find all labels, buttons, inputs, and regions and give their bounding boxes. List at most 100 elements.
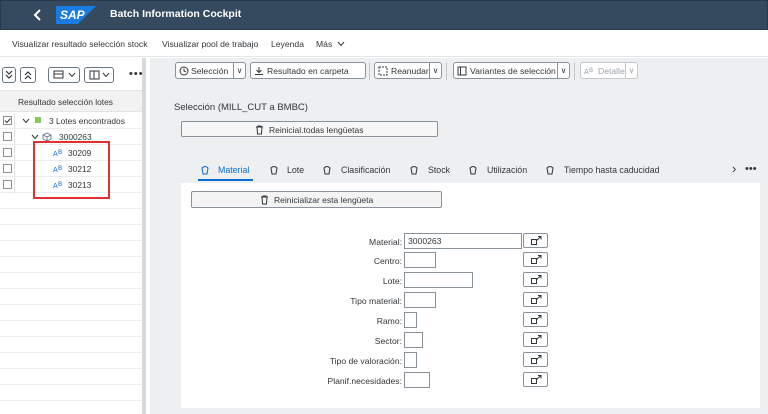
multiple-selection-button[interactable] xyxy=(523,292,548,307)
multiple-selection-button[interactable] xyxy=(523,352,548,367)
reset-this-tab-label: Reinicializar esta lengüeta xyxy=(274,195,374,205)
empty-row xyxy=(0,369,142,385)
plant-input[interactable] xyxy=(404,252,436,268)
sap-logo: SAP xyxy=(56,6,96,24)
classification-icon xyxy=(323,166,331,175)
valuation-type-input[interactable] xyxy=(404,352,417,368)
arrow-up-right-icon xyxy=(531,375,542,384)
material-type-input[interactable] xyxy=(404,292,436,308)
division-input[interactable] xyxy=(404,332,423,348)
tabs-more-button[interactable]: ••• xyxy=(745,163,757,175)
tree-row-root[interactable]: 3 Lotes encontrados xyxy=(0,113,142,129)
grid-icon xyxy=(53,70,64,79)
chevron-down-icon[interactable] xyxy=(22,117,30,125)
field-label-batch: Lote: xyxy=(382,276,402,286)
chevron-down-icon: ∨ xyxy=(233,63,245,78)
empty-row xyxy=(0,337,142,353)
empty-row xyxy=(0,385,142,401)
reset-all-tabs-label: Reinicial.todas lengüetas xyxy=(269,125,364,135)
multiple-selection-button[interactable] xyxy=(523,272,548,287)
result-in-folder-button[interactable]: Resultado en carpeta xyxy=(250,62,366,79)
layout-menu-button[interactable] xyxy=(48,67,80,83)
sap-logo-text: SAP xyxy=(60,8,85,22)
material-icon xyxy=(201,166,209,175)
tab-usage[interactable]: Utilización xyxy=(468,164,530,180)
tab-batch-label: Lote xyxy=(287,165,305,175)
legend-link[interactable]: Leyenda xyxy=(271,39,304,49)
arrow-up-right-icon xyxy=(531,295,542,304)
shelf-life-icon xyxy=(546,166,554,175)
green-status-icon xyxy=(35,117,41,123)
stock-icon xyxy=(410,166,418,175)
trash-icon xyxy=(256,125,263,135)
row-checkbox[interactable] xyxy=(3,164,12,173)
arrow-up-right-icon xyxy=(531,255,542,264)
tabs-scroll-right-icon[interactable]: › xyxy=(732,161,736,176)
arrow-up-right-icon xyxy=(531,315,542,324)
batch-icon: AB xyxy=(584,67,593,76)
show-work-pool-link[interactable]: Visualizar pool de trabajo xyxy=(162,39,258,49)
tab-shelf-life[interactable]: Tiempo hasta caducidad xyxy=(545,164,665,180)
empty-row xyxy=(0,241,142,257)
collapse-all-button[interactable] xyxy=(20,67,36,83)
tab-material[interactable]: Material xyxy=(200,164,254,180)
field-label-material-type: Tipo material: xyxy=(350,296,402,306)
chevron-down-icon xyxy=(337,41,345,47)
row-checkbox[interactable] xyxy=(3,148,12,157)
tab-material-label: Material xyxy=(218,165,250,175)
empty-row xyxy=(0,209,142,225)
tab-classification-label: Clasificación xyxy=(341,165,391,175)
chevron-down-icon xyxy=(102,72,110,78)
row-checkbox[interactable] xyxy=(3,132,12,141)
selection-variants-button[interactable]: Variantes de selección ∨ xyxy=(453,62,570,79)
back-button[interactable] xyxy=(30,6,46,24)
tab-usage-label: Utilización xyxy=(487,165,528,175)
field-label-material: Material: xyxy=(369,237,402,247)
multiple-selection-button[interactable] xyxy=(523,252,548,267)
resume-button[interactable]: Reanudar ∨ xyxy=(374,62,442,79)
mrp-controller-input[interactable] xyxy=(404,372,430,388)
tab-shelf-life-label: Tiempo hasta caducidad xyxy=(564,165,660,175)
arrow-up-right-icon xyxy=(531,275,542,284)
multiple-selection-button[interactable] xyxy=(523,312,548,327)
tab-classification[interactable]: Clasificación xyxy=(322,164,394,180)
chevron-left-icon xyxy=(33,9,41,21)
app-title: Batch Information Cockpit xyxy=(110,8,242,20)
highlight-box xyxy=(33,141,110,199)
left-pane-more-button[interactable]: ••• xyxy=(129,68,144,80)
reset-this-tab-button[interactable]: Reinicializar esta lengüeta xyxy=(191,191,442,208)
tab-stock-label: Stock xyxy=(428,165,451,175)
expand-all-icon xyxy=(5,70,13,79)
row-checkbox[interactable] xyxy=(3,116,12,125)
reset-all-tabs-button[interactable]: Reinicial.todas lengüetas xyxy=(181,121,438,137)
material-input[interactable]: 3000263 xyxy=(404,233,522,249)
empty-row xyxy=(0,321,142,337)
tab-batch[interactable]: Lote xyxy=(269,164,309,180)
chevron-down-icon[interactable] xyxy=(31,133,39,141)
multiple-selection-button[interactable] xyxy=(523,332,548,347)
tab-stock[interactable]: Stock xyxy=(409,164,453,180)
clock-icon xyxy=(179,66,189,76)
selection-title: Selección (MILL_CUT a BMBC) xyxy=(174,102,308,113)
row-checkbox[interactable] xyxy=(3,180,12,189)
industry-sector-input[interactable] xyxy=(404,312,417,328)
trash-icon xyxy=(261,195,268,205)
multiple-selection-button[interactable] xyxy=(523,372,548,387)
result-in-folder-label: Resultado en carpeta xyxy=(267,66,349,76)
chevron-down-icon: ∨ xyxy=(625,63,637,78)
detail-button[interactable]: AB Detalle ∨ xyxy=(580,62,638,79)
batch-input[interactable] xyxy=(404,272,473,288)
selection-button[interactable]: Selección ∨ xyxy=(175,62,246,79)
multiple-selection-button[interactable] xyxy=(523,233,548,248)
show-stock-selection-result-link[interactable]: Visualizar resultado selección stock xyxy=(12,39,148,49)
usage-icon xyxy=(469,166,477,175)
field-label-industry-sector: Ramo: xyxy=(376,316,402,326)
more-menu[interactable]: Más xyxy=(316,39,345,49)
collapse-all-icon xyxy=(24,71,32,80)
expand-all-button[interactable] xyxy=(2,67,16,83)
export-menu-button[interactable] xyxy=(84,67,114,83)
variants-icon xyxy=(457,66,467,76)
arrow-up-right-icon xyxy=(531,335,542,344)
more-menu-label: Más xyxy=(316,39,333,49)
empty-row xyxy=(0,305,142,321)
